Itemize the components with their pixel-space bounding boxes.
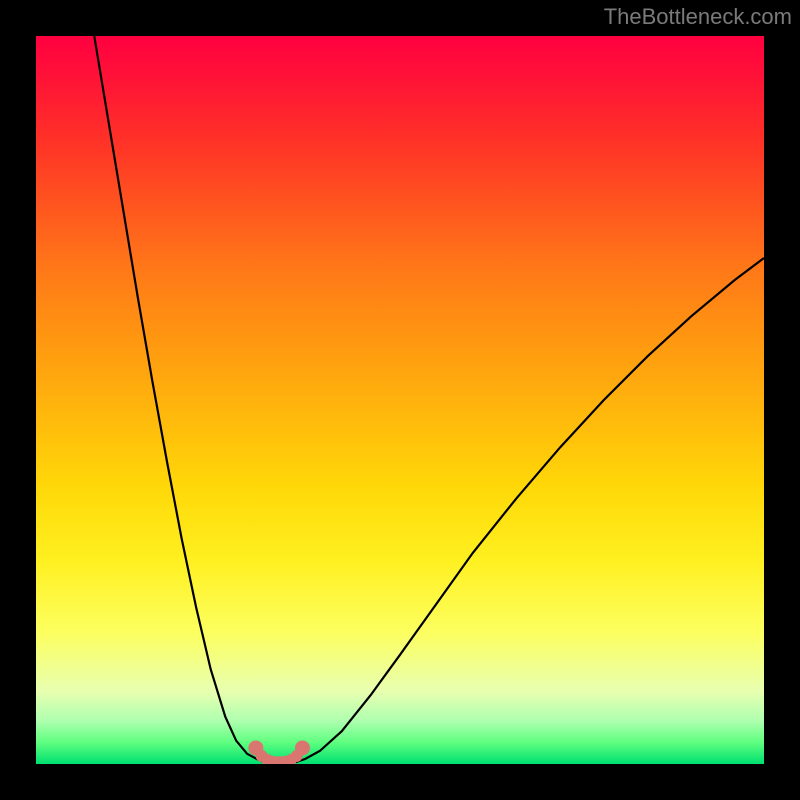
right-branch-curve: [294, 258, 764, 763]
left-branch-curve: [94, 36, 265, 763]
curve-layer: [36, 36, 764, 764]
bottom-marker: [295, 740, 310, 755]
chart-container: TheBottleneck.com: [0, 0, 800, 800]
watermark: TheBottleneck.com: [604, 4, 792, 30]
